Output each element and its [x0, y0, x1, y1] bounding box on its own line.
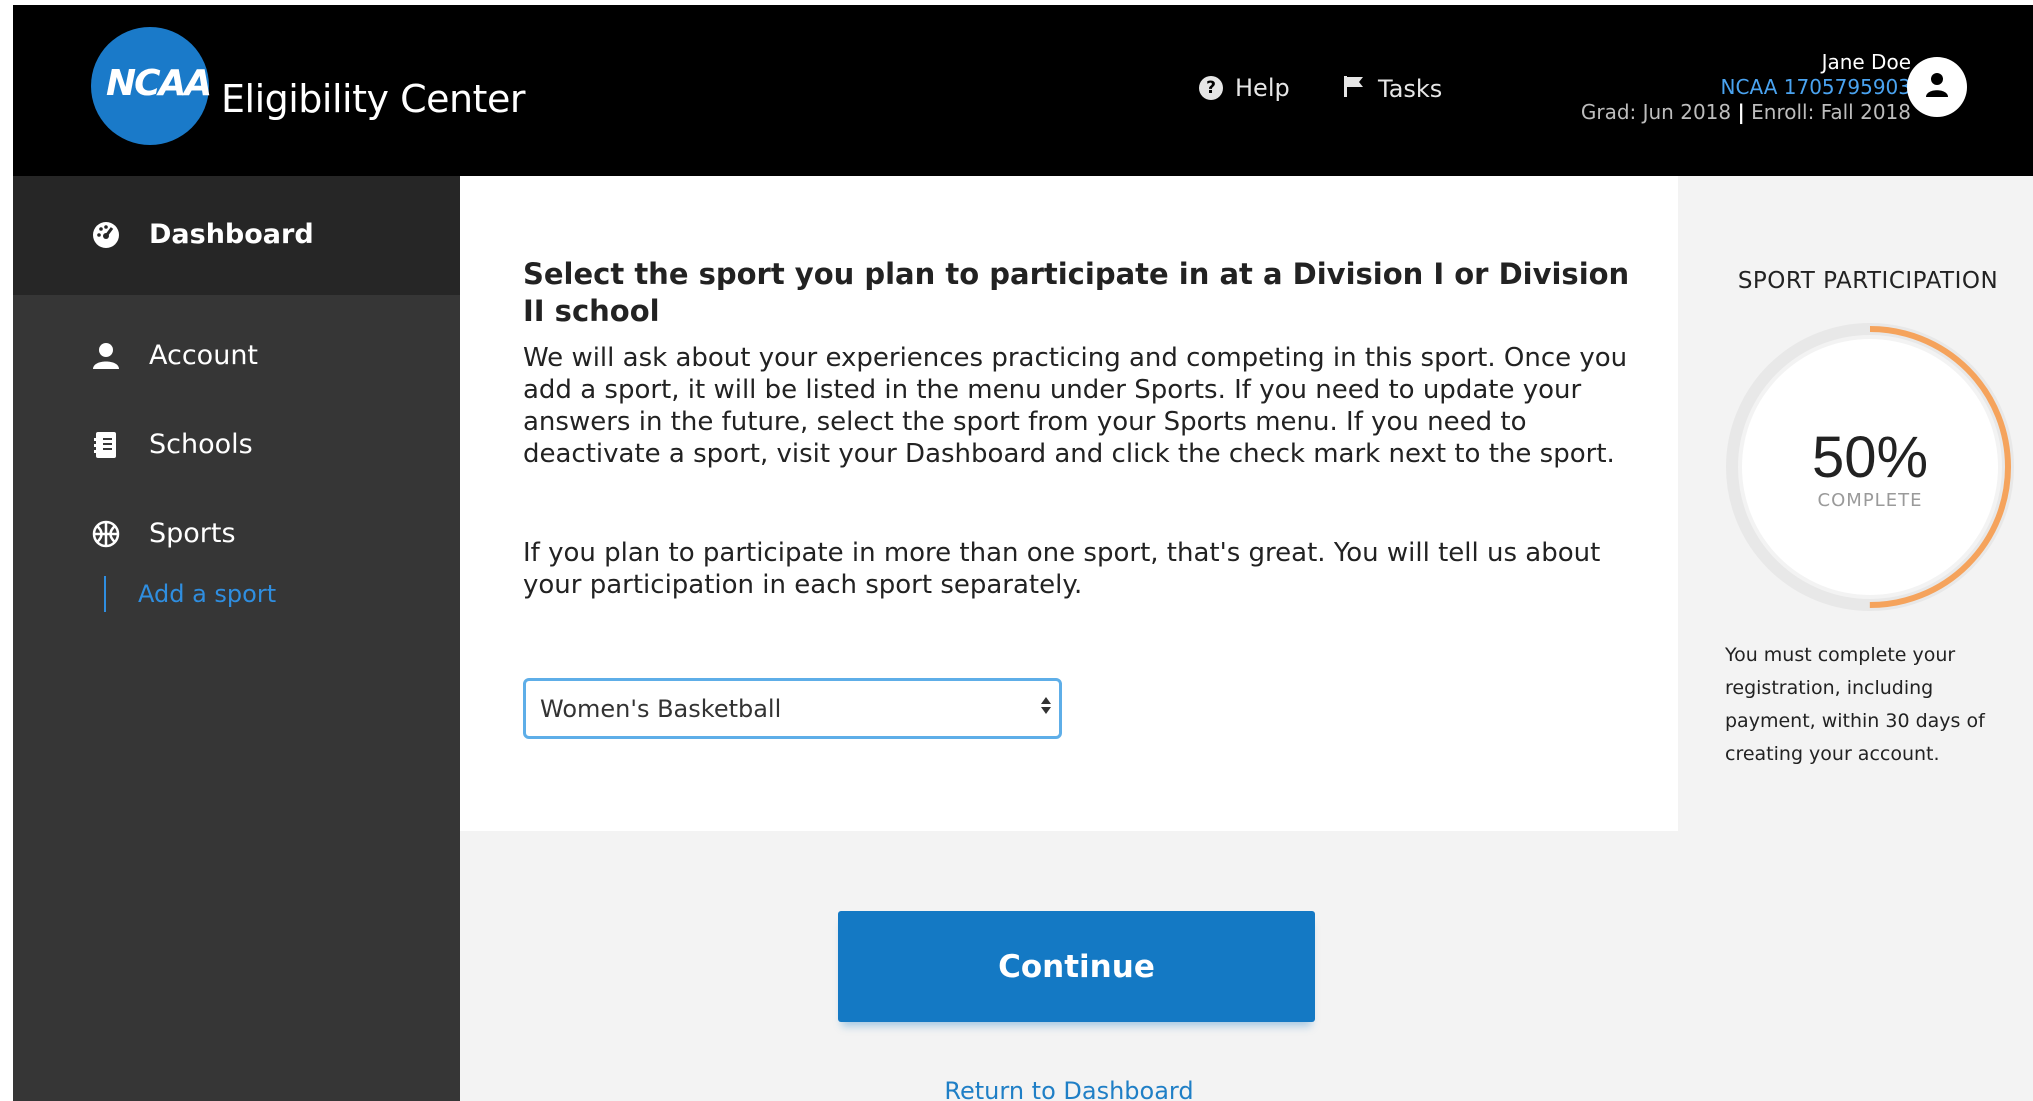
return-to-dashboard-link[interactable]: Return to Dashboard: [460, 1077, 1678, 1101]
flag-icon: [1342, 74, 1366, 104]
sport-select[interactable]: Women's Basketball: [523, 678, 1062, 739]
registration-note: You must complete your registration, inc…: [1725, 644, 1985, 765]
select-arrows-icon: [1041, 697, 1051, 714]
date-separator: |: [1737, 100, 1745, 124]
tasks-label: Tasks: [1378, 75, 1443, 103]
progress-title: SPORT PARTICIPATION: [1737, 268, 1999, 294]
sport-select-value: Women's Basketball: [540, 694, 782, 723]
main-content: Select the sport you plan to participate…: [460, 176, 1678, 831]
top-header: NCAA Eligibility Center ? Help Tasks Jan…: [13, 5, 2033, 176]
sidebar-item-label: Dashboard: [149, 219, 314, 250]
sidebar-item-label: Account: [149, 340, 259, 371]
add-sport-link[interactable]: Add a sport: [104, 576, 276, 612]
sidebar-item-account[interactable]: Account: [91, 340, 258, 371]
progress-complete-label: COMPLETE: [1817, 490, 1923, 511]
instructions-paragraph: We will ask about your experiences pract…: [523, 343, 1628, 469]
tasks-link[interactable]: Tasks: [1342, 74, 1442, 104]
user-avatar-icon: [1925, 72, 1949, 102]
user-name: Jane Doe: [1821, 50, 1911, 74]
sidebar-item-label: Sports: [149, 518, 236, 549]
question-circle-icon: ?: [1199, 76, 1223, 100]
actions-area: Continue Return to Dashboard: [460, 831, 1678, 1101]
ncaa-logo-text: NCAA: [106, 63, 212, 104]
avatar[interactable]: [1907, 57, 1967, 117]
page-heading: Select the sport you plan to participate…: [523, 257, 1630, 328]
progress-percent: 50%: [1811, 425, 1929, 490]
progress-panel: SPORT PARTICIPATION 50% COMPLETE You mus…: [1678, 176, 2033, 1101]
user-dates: Grad: Jun 2018 | Enroll: Fall 2018: [1581, 100, 1911, 125]
user-ncaa-id[interactable]: NCAA 1705795903: [1581, 75, 1911, 100]
dashboard-gauge-icon: [91, 220, 121, 250]
globe-ball-icon: [91, 519, 121, 549]
continue-button[interactable]: Continue: [838, 911, 1315, 1022]
help-link[interactable]: ? Help: [1199, 74, 1290, 102]
enroll-date: Enroll: Fall 2018: [1751, 100, 1911, 124]
user-icon: [91, 341, 121, 371]
help-label: Help: [1235, 74, 1290, 102]
user-info: Jane Doe NCAA 1705795903 Grad: Jun 2018 …: [1581, 50, 1911, 125]
multiple-sports-paragraph: If you plan to participate in more than …: [523, 538, 1601, 600]
sidebar-item-schools[interactable]: Schools: [91, 429, 253, 460]
grad-date: Grad: Jun 2018: [1580, 100, 1732, 124]
sidebar-item-label: Schools: [149, 429, 253, 460]
sidebar: Dashboard Account Schools Sports Add a s…: [13, 176, 460, 1101]
app-frame: NCAA Eligibility Center ? Help Tasks Jan…: [13, 5, 2033, 1101]
sidebar-item-dashboard[interactable]: Dashboard: [13, 176, 460, 295]
brand-title: Eligibility Center: [221, 77, 525, 121]
sidebar-item-sports[interactable]: Sports: [91, 518, 236, 549]
schools-book-icon: [91, 430, 121, 460]
